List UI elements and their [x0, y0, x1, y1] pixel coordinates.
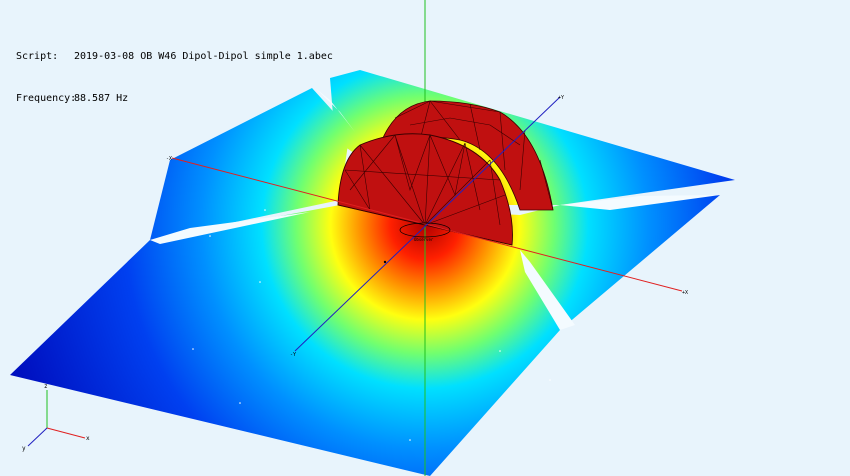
x-pos-label: +X	[682, 290, 688, 296]
gizmo-y-label: y	[22, 445, 26, 452]
x-neg-label: -X	[166, 156, 172, 162]
y-neg-label: -Y	[290, 352, 296, 358]
frequency-value: 88.587 Hz	[74, 93, 129, 104]
observer-label: Observer	[414, 237, 434, 242]
y-pos-label: +Y	[558, 95, 564, 101]
axis-gizmo: z x y	[22, 383, 90, 452]
script-value: 2019-03-08 OB W46 Dipol-Dipol simple 1.a…	[74, 51, 333, 62]
gizmo-x-label: x	[86, 435, 90, 442]
script-label: Script:	[16, 51, 59, 62]
info-overlay: Script: 2019-03-08 OB W46 Dipol-Dipol sim…	[16, 22, 333, 120]
frequency-label: Frequency:	[16, 93, 77, 104]
field-plane-front	[10, 195, 720, 476]
gizmo-z-label: z	[44, 383, 48, 390]
